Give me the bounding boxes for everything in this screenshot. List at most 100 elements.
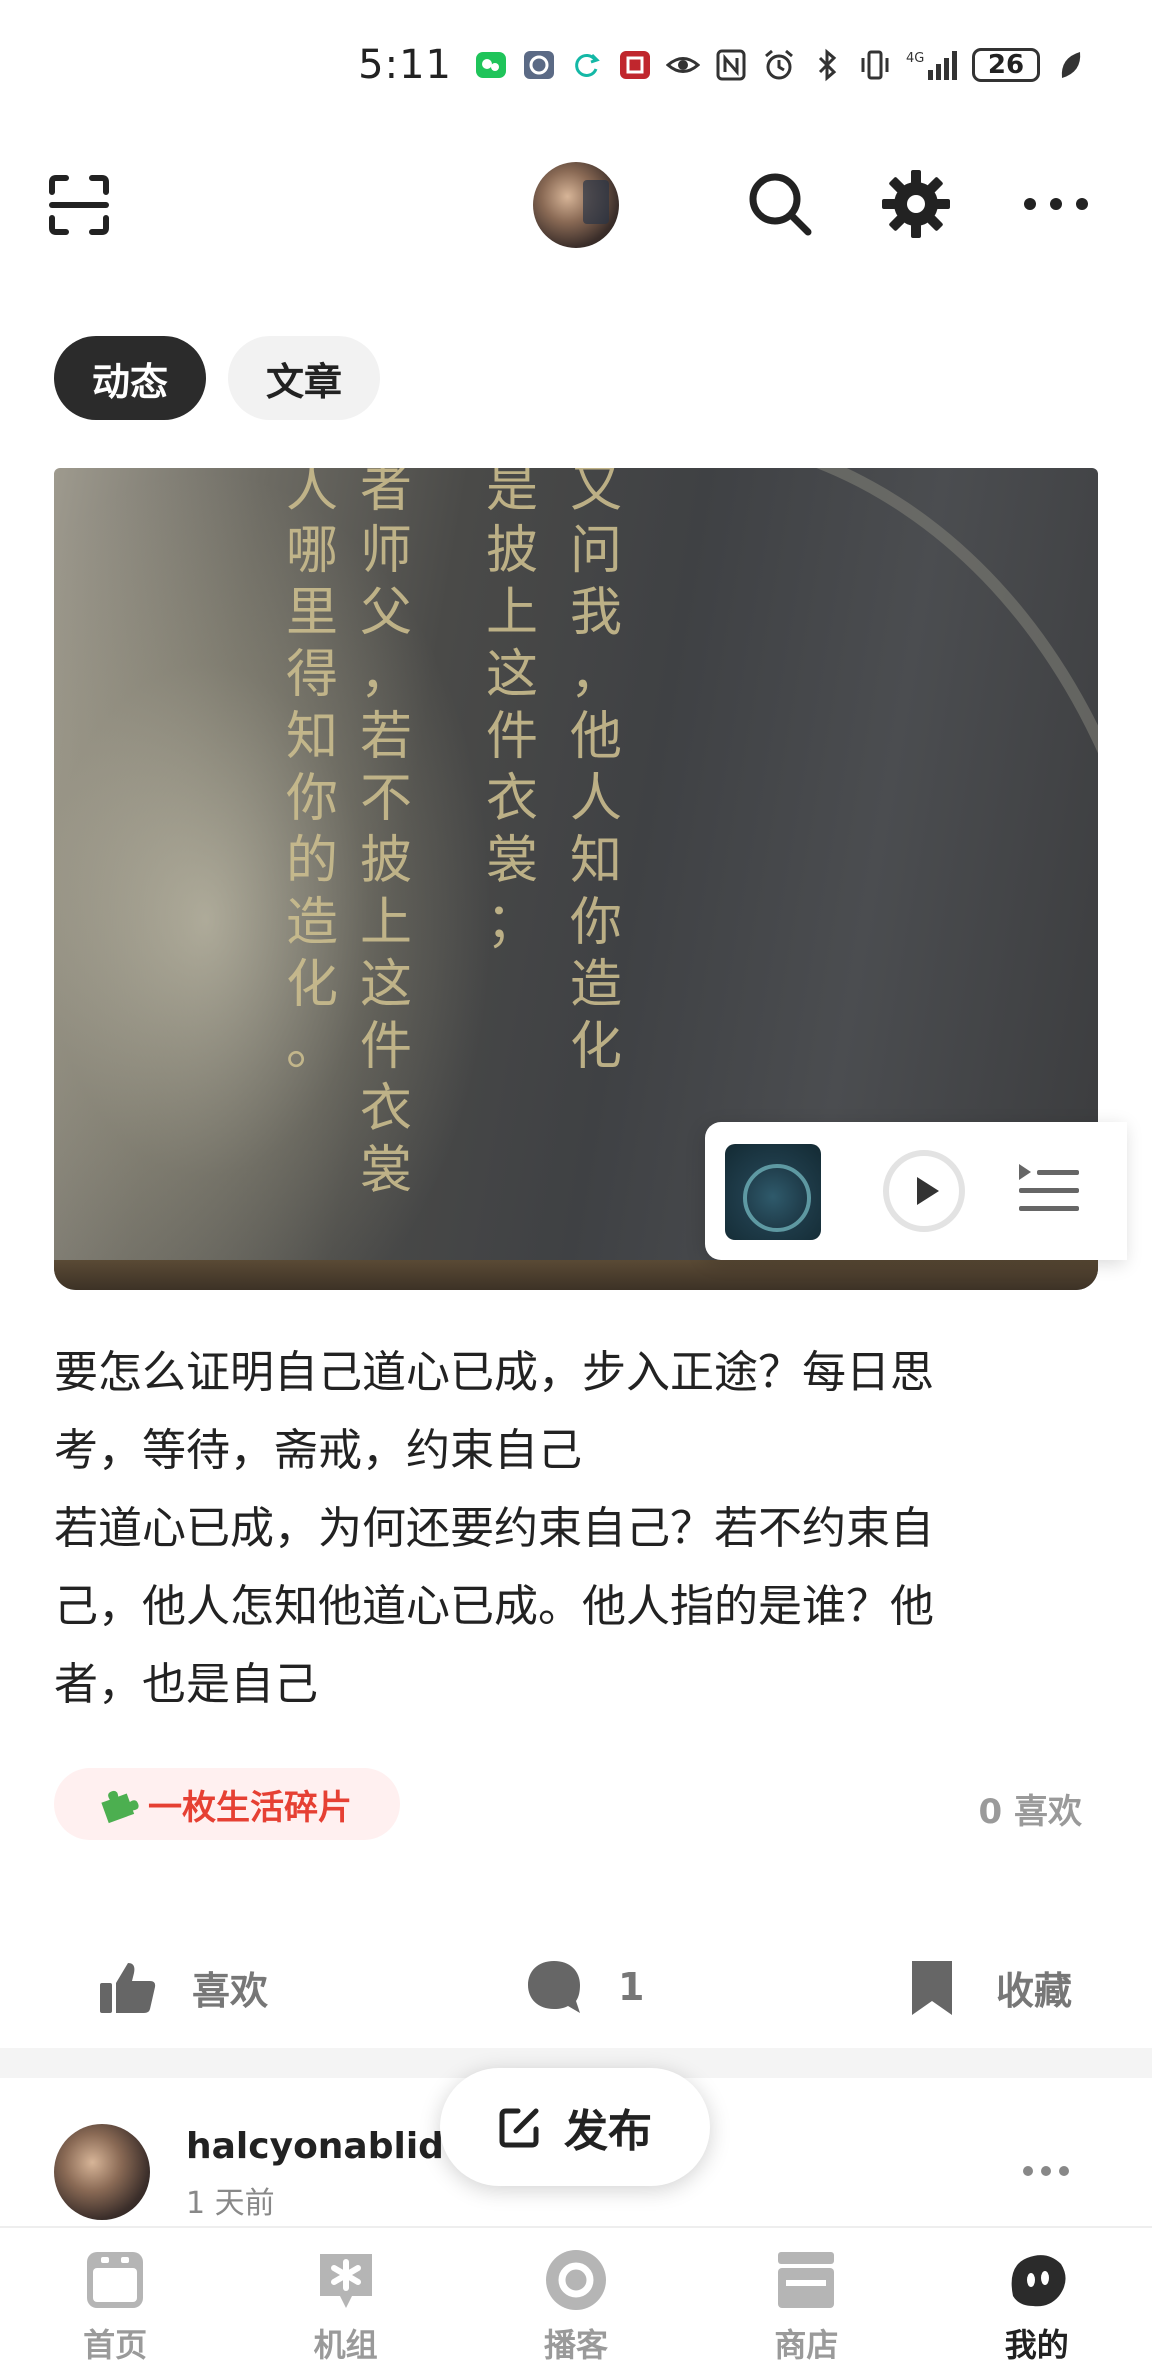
bottom-nav: 首页 机组 播客 商店 我的 <box>0 2226 1152 2376</box>
nav-label: 播客 <box>543 2326 608 2364</box>
calligraphy-char: 你 <box>570 893 623 953</box>
svg-text:4G: 4G <box>906 51 924 66</box>
calligraphy-char: 是 <box>486 468 539 519</box>
favorite-label: 收藏 <box>996 1968 1073 2013</box>
battery-indicator: 26 <box>972 48 1040 82</box>
status-time: 5:11 <box>358 42 452 88</box>
leaf-icon <box>1054 48 1088 82</box>
next-post-username[interactable]: halcyonablid <box>186 2126 444 2167</box>
calligraphy-char: 化 <box>570 1017 623 1077</box>
bookmark-icon <box>912 1961 952 2015</box>
playlist-icon[interactable] <box>1015 1158 1083 1224</box>
nfc-icon <box>714 48 748 82</box>
eye-icon <box>666 48 700 82</box>
calligraphy-char: 这 <box>486 645 539 705</box>
edit-icon <box>499 2108 539 2148</box>
nav-label: 机组 <box>313 2326 378 2364</box>
play-icon[interactable] <box>881 1148 967 1234</box>
calligraphy-char: 师 <box>360 521 413 581</box>
publish-label: 发布 <box>564 2106 652 2157</box>
calligraphy-char: 知 <box>286 707 339 767</box>
publish-button[interactable]: 发布 <box>440 2068 710 2186</box>
next-post-avatar[interactable] <box>54 2124 150 2220</box>
nav-store[interactable]: 商店 <box>716 2228 896 2366</box>
likes-count: 0 喜欢 <box>978 1792 1083 1832</box>
profile-icon <box>1011 2255 1066 2307</box>
calligraphy-char: 知 <box>570 831 623 891</box>
topic-badge[interactable]: 一枚生活碎片 <box>54 1768 400 1840</box>
content-tabs: 动态 文章 <box>54 336 381 420</box>
calligraphy-char: 不 <box>360 769 413 829</box>
post-actions: 喜欢 1 收藏 <box>0 1932 1152 2042</box>
nav-podcast[interactable]: 播客 <box>486 2228 666 2366</box>
calligraphy-char: 上 <box>486 583 539 643</box>
nav-profile[interactable]: 我的 <box>947 2228 1127 2366</box>
calligraphy-char: 人 <box>570 769 623 829</box>
calligraphy-char: 。 <box>286 1017 339 1077</box>
calligraphy-char: 你 <box>286 769 339 829</box>
calligraphy-char: 若 <box>360 707 413 767</box>
calligraphy-char: 裳 <box>360 1141 413 1201</box>
comment-button[interactable]: 1 <box>524 1932 644 2042</box>
calligraphy-char: 问 <box>570 521 623 581</box>
calligraphy-char: 件 <box>360 1017 413 1077</box>
alarm-icon <box>762 48 796 82</box>
nav-home[interactable]: 首页 <box>25 2228 205 2366</box>
post-text-line: 若道心已成，为何还要约束自己？若不约束自 <box>54 1503 934 1554</box>
nav-label: 商店 <box>774 2326 839 2364</box>
thumbs-up-icon <box>100 1963 156 2013</box>
bluetooth-icon <box>810 48 844 82</box>
next-post-more-icon[interactable] <box>1020 2156 1072 2186</box>
signal-4g-icon: 4G <box>906 48 958 82</box>
calligraphy-char: ， <box>570 645 623 705</box>
calligraphy-char: 父 <box>360 583 413 643</box>
calligraphy-char: 化 <box>286 955 339 1015</box>
next-post-time: 1 天前 <box>186 2186 275 2221</box>
image-cable <box>614 468 1098 1128</box>
post-text-line: 考，等待，斋戒，约束自己 <box>54 1425 582 1476</box>
calligraphy-char: 披 <box>360 831 413 891</box>
crew-icon <box>319 2254 372 2308</box>
calligraphy-column: 又问我，他人知你造化 <box>570 468 622 1078</box>
tab-dynamics[interactable]: 动态 <box>54 336 207 420</box>
comment-icon <box>528 1961 580 2013</box>
gear-icon[interactable] <box>880 168 952 240</box>
more-icon[interactable] <box>1018 168 1094 240</box>
comment-count: 1 <box>618 1965 645 2009</box>
calligraphy-char: 造 <box>286 893 339 953</box>
calligraphy-char: ； <box>486 893 539 953</box>
topic-label: 一枚生活碎片 <box>148 1787 352 1828</box>
favorite-button[interactable]: 收藏 <box>902 1932 1072 2042</box>
calligraphy-char: 哪 <box>286 521 339 581</box>
sync-icon <box>570 48 604 82</box>
image-glare <box>54 468 494 1290</box>
calligraphy-char: 他 <box>570 707 623 767</box>
status-bar: 5:11 4G 26 <box>0 0 1152 130</box>
calligraphy-column: 是披上这件衣裳； <box>486 468 538 954</box>
album-cover[interactable] <box>725 1144 821 1240</box>
calligraphy-char: 件 <box>486 707 539 767</box>
wechat-icon <box>474 48 508 82</box>
search-icon[interactable] <box>744 168 816 240</box>
top-bar <box>0 140 1152 270</box>
like-button[interactable]: 喜欢 <box>98 1932 268 2042</box>
puzzle-icon <box>101 1790 139 1824</box>
calligraphy-char: 得 <box>286 645 339 705</box>
nav-crew[interactable]: 机组 <box>256 2228 436 2366</box>
calligraphy-char: 这 <box>360 955 413 1015</box>
calligraphy-char: 衣 <box>360 1079 413 1139</box>
home-icon <box>87 2252 144 2308</box>
calligraphy-char: 披 <box>486 521 539 581</box>
post-text-line: 要怎么证明自己道心已成，步入正途？每日思 <box>54 1347 934 1398</box>
calligraphy-char: 我 <box>570 583 623 643</box>
calligraphy-column: 人哪里得知你的造化。 <box>286 468 338 1078</box>
nav-label: 我的 <box>1004 2326 1069 2364</box>
image-bottom-strip <box>54 1260 1098 1290</box>
mini-music-player[interactable] <box>705 1122 1127 1260</box>
vibrate-icon <box>858 48 892 82</box>
scan-icon[interactable] <box>44 170 114 240</box>
calligraphy-char: 造 <box>570 955 623 1015</box>
tab-articles[interactable]: 文章 <box>228 336 381 420</box>
avatar[interactable] <box>533 162 619 248</box>
calligraphy-char: 裳 <box>486 831 539 891</box>
